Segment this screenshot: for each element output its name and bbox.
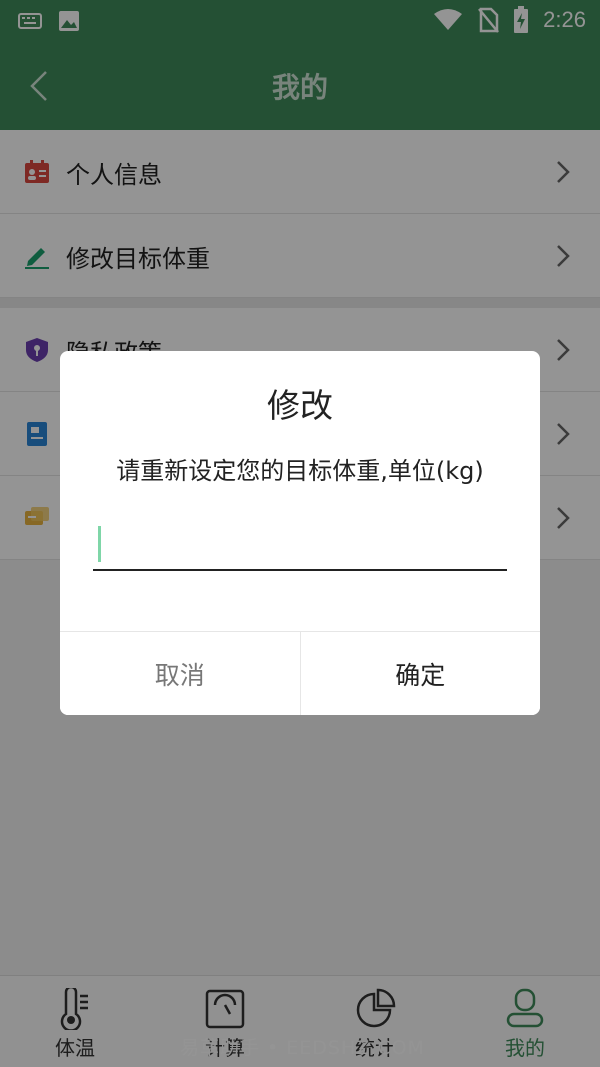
dialog-message: 请重新设定您的目标体重,单位(kg) [116, 457, 484, 485]
confirm-button[interactable]: 确定 [300, 632, 540, 715]
text-caret [98, 526, 101, 562]
dialog-title: 修改 [267, 386, 333, 425]
cancel-button[interactable]: 取消 [60, 632, 301, 715]
target-weight-input[interactable] [93, 515, 507, 571]
dialog-actions: 取消 确定 [60, 631, 540, 715]
edit-target-weight-dialog: 修改 请重新设定您的目标体重,单位(kg) 取消 确定 [60, 351, 540, 715]
